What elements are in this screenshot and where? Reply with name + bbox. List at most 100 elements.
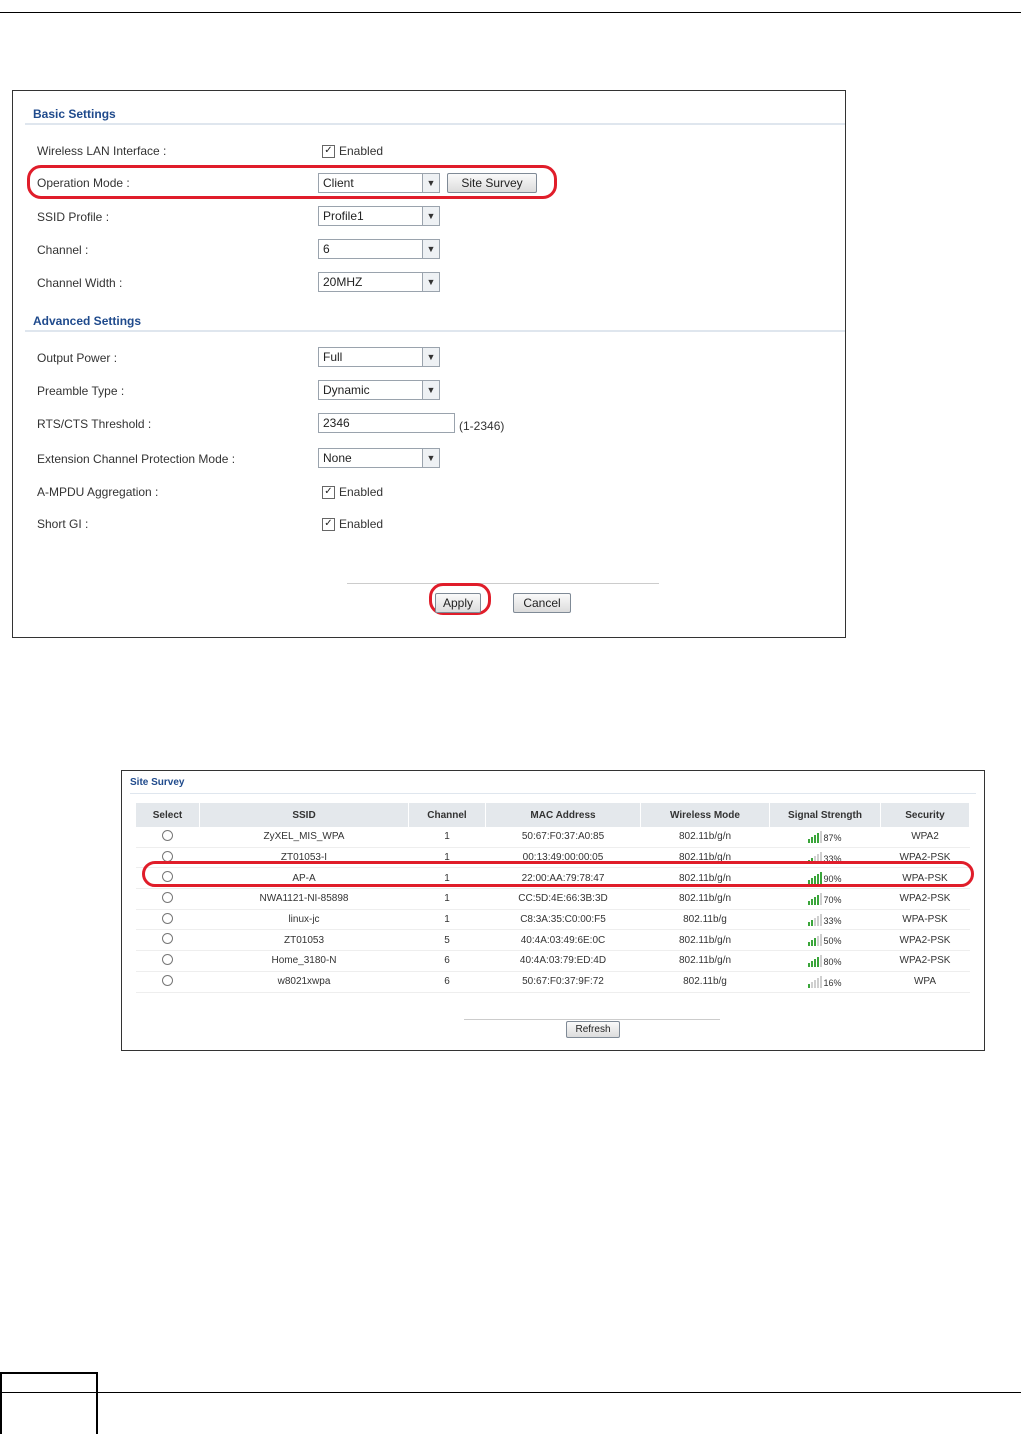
col-header-channel: Channel	[408, 803, 486, 827]
page-number-box	[0, 1372, 98, 1434]
checkmark-icon: ✓	[322, 517, 335, 531]
short-gi-enabled-checkbox[interactable]: ✓ Enabled	[322, 517, 383, 531]
radio-button[interactable]	[162, 974, 174, 986]
checkmark-icon: ✓	[322, 485, 335, 499]
mode-cell: 802.11b/g/n	[640, 929, 770, 952]
ssid-cell: Home_3180-N	[199, 950, 409, 972]
page-footer-rule	[0, 1392, 1021, 1393]
ssid-cell: ZT01053	[199, 929, 409, 952]
signal-cell: 87%	[769, 827, 881, 848]
ssid-profile-select[interactable]: Profile1 ▼	[318, 206, 440, 226]
signal-bar	[811, 940, 814, 947]
ssid-profile-label: SSID Profile :	[37, 210, 110, 224]
radio-button[interactable]	[162, 953, 174, 965]
rts-cts-input[interactable]: 2346	[318, 413, 455, 433]
wlan-enabled-checkbox[interactable]: ✓ Enabled	[322, 144, 383, 158]
refresh-button[interactable]: Refresh	[566, 1021, 620, 1038]
signal-bar	[817, 915, 820, 926]
signal-strength-icon	[808, 830, 823, 843]
ampdu-label: A-MPDU Aggregation :	[37, 485, 159, 499]
rts-cts-label: RTS/CTS Threshold :	[37, 417, 152, 431]
signal-bar	[811, 919, 814, 926]
footer-divider	[464, 1019, 720, 1020]
preamble-type-label: Preamble Type :	[37, 384, 125, 398]
chevron-down-icon: ▼	[422, 273, 439, 291]
signal-percent: 70%	[823, 894, 842, 905]
section-divider	[130, 793, 976, 794]
ampdu-enabled-checkbox[interactable]: ✓ Enabled	[322, 485, 383, 499]
signal-percent: 16%	[823, 977, 842, 988]
table-row[interactable]: ZT01053 5 40:4A:03:49:6E:0C 802.11b/g/n 50% W…	[136, 929, 970, 952]
table-row[interactable]: ZyXEL_MIS_WPA 1 50:67:F0:37:A0:85 802.11b/g…	[136, 827, 970, 848]
radio-button[interactable]	[162, 829, 174, 841]
channel-width-label: Channel Width :	[37, 276, 123, 290]
apply-button[interactable]: Apply	[435, 593, 481, 613]
preamble-type-select[interactable]: Dynamic ▼	[318, 380, 440, 400]
page-header-rule	[0, 12, 1021, 13]
chevron-down-icon: ▼	[422, 381, 439, 399]
mac-cell: 40:4A:03:49:6E:0C	[485, 929, 641, 952]
channel-select[interactable]: 6 ▼	[318, 239, 440, 259]
radio-button[interactable]	[162, 850, 174, 862]
ssid-cell: NWA1121-NI-85898	[199, 888, 409, 910]
signal-bar	[808, 983, 811, 988]
select-radio[interactable]	[136, 950, 200, 972]
cancel-button[interactable]: Cancel	[513, 593, 571, 613]
signal-bar	[808, 921, 811, 926]
select-radio[interactable]	[136, 971, 200, 993]
channel-cell: 6	[408, 971, 486, 993]
signal-bar	[808, 942, 811, 947]
select-radio[interactable]	[136, 827, 200, 848]
chevron-down-icon: ▼	[422, 240, 439, 258]
checkmark-icon: ✓	[322, 144, 335, 158]
section-divider	[25, 123, 845, 125]
signal-bar	[814, 979, 817, 988]
table-row[interactable]: linux-jc 1 C8:3A:35:C0:00:F5 802.11b/g 33% WP…	[136, 909, 970, 931]
rts-cts-range-hint: (1-2346)	[459, 419, 505, 433]
ext-channel-protection-select[interactable]: None ▼	[318, 448, 440, 468]
signal-cell: 33%	[769, 909, 881, 931]
signal-cell: 16%	[769, 971, 881, 993]
signal-bar	[814, 896, 817, 905]
advanced-settings-title: Advanced Settings	[33, 314, 142, 328]
table-row[interactable]: NWA1121-NI-85898 1 CC:5D:4E:66:3B:3D 802.11…	[136, 888, 970, 910]
channel-cell: 6	[408, 950, 486, 972]
signal-bar	[811, 981, 814, 988]
select-radio[interactable]	[136, 929, 200, 952]
basic-settings-title: Basic Settings	[33, 107, 116, 121]
col-header-security: Security	[880, 803, 970, 827]
signal-cell: 50%	[769, 929, 881, 952]
radio-button[interactable]	[162, 933, 174, 945]
security-cell: WPA2-PSK	[880, 950, 970, 972]
output-power-select[interactable]: Full ▼	[318, 347, 440, 367]
signal-bar	[811, 836, 814, 843]
radio-button[interactable]	[162, 891, 174, 903]
site-survey-button[interactable]: Site Survey	[447, 173, 537, 193]
radio-button[interactable]	[162, 912, 174, 924]
mode-cell: 802.11b/g/n	[640, 827, 770, 848]
security-cell: WPA2	[880, 827, 970, 848]
signal-bar	[814, 958, 817, 967]
operation-mode-label: Operation Mode :	[37, 176, 130, 190]
chevron-down-icon: ▼	[422, 348, 439, 366]
signal-bar	[817, 832, 820, 843]
channel-cell: 1	[408, 909, 486, 931]
col-header-signal: Signal Strength	[769, 803, 881, 827]
short-gi-label: Short GI :	[37, 517, 89, 531]
col-header-select: Select	[136, 803, 200, 827]
footer-divider	[347, 583, 659, 584]
wireless-settings-panel: Basic Settings Wireless LAN Interface : …	[12, 90, 846, 638]
table-row[interactable]: w8021xwpa 6 50:67:F0:37:9F:72 802.11b/g 16% W…	[136, 971, 970, 993]
signal-percent: 80%	[823, 956, 842, 967]
select-radio[interactable]	[136, 909, 200, 931]
signal-cell: 70%	[769, 888, 881, 910]
ssid-cell: ZyXEL_MIS_WPA	[199, 827, 409, 848]
table-row[interactable]: Home_3180-N 6 40:4A:03:79:ED:4D 802.11b/g/n…	[136, 950, 970, 972]
channel-width-select[interactable]: 20MHZ ▼	[318, 272, 440, 292]
signal-percent: 50%	[823, 936, 842, 947]
operation-mode-select[interactable]: Client ▼	[318, 173, 440, 193]
chevron-down-icon: ▼	[422, 174, 439, 192]
signal-bar	[808, 838, 811, 843]
signal-strength-icon	[808, 892, 823, 905]
select-radio[interactable]	[136, 888, 200, 910]
